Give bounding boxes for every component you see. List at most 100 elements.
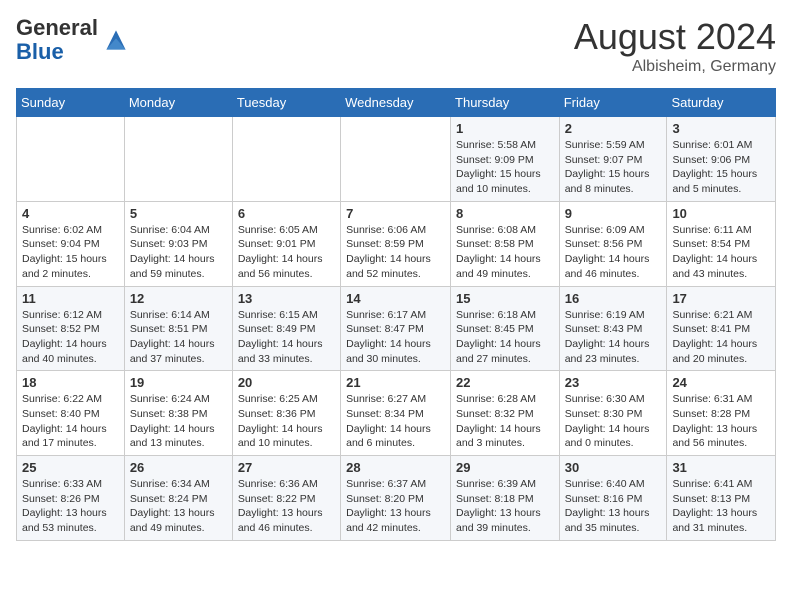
calendar-cell (341, 117, 451, 202)
day-info: Sunrise: 6:02 AM Sunset: 9:04 PM Dayligh… (22, 223, 119, 282)
day-number: 23 (565, 375, 662, 390)
day-info: Sunrise: 6:05 AM Sunset: 9:01 PM Dayligh… (238, 223, 335, 282)
calendar-cell (232, 117, 340, 202)
calendar-cell: 30 Sunrise: 6:40 AM Sunset: 8:16 PM Dayli… (559, 456, 667, 541)
calendar-cell: 24 Sunrise: 6:31 AM Sunset: 8:28 PM Dayli… (667, 371, 776, 456)
day-info: Sunrise: 6:04 AM Sunset: 9:03 PM Dayligh… (130, 223, 227, 282)
logo-icon (100, 24, 132, 56)
calendar-cell: 4 Sunrise: 6:02 AM Sunset: 9:04 PM Daylig… (17, 201, 125, 286)
day-number: 26 (130, 460, 227, 475)
calendar-cell: 31Sunrise: 6:41 AM Sunset: 8:13 PM Dayli… (667, 456, 776, 541)
logo-general-text: General (16, 15, 98, 40)
day-number: 21 (346, 375, 445, 390)
calendar-table: SundayMondayTuesdayWednesdayThursdayFrid… (16, 88, 776, 541)
day-number: 10 (672, 206, 770, 221)
calendar-cell (124, 117, 232, 202)
day-info: Sunrise: 6:39 AM Sunset: 8:18 PM Dayligh… (456, 477, 554, 536)
day-info: Sunrise: 6:06 AM Sunset: 8:59 PM Dayligh… (346, 223, 445, 282)
day-info: Sunrise: 6:37 AM Sunset: 8:20 PM Dayligh… (346, 477, 445, 536)
day-info: Sunrise: 6:01 AM Sunset: 9:06 PM Dayligh… (672, 138, 770, 197)
location-subtitle: Albisheim, Germany (574, 58, 776, 76)
title-block: August 2024 Albisheim, Germany (574, 16, 776, 76)
day-info: Sunrise: 6:30 AM Sunset: 8:30 PM Dayligh… (565, 392, 662, 451)
calendar-cell: 17 Sunrise: 6:21 AM Sunset: 8:41 PM Dayli… (667, 286, 776, 371)
day-info: Sunrise: 6:11 AM Sunset: 8:54 PM Dayligh… (672, 223, 770, 282)
day-number: 25 (22, 460, 119, 475)
calendar-body: 1Sunrise: 5:58 AM Sunset: 9:09 PM Daylig… (17, 117, 776, 541)
calendar-cell: 8Sunrise: 6:08 AM Sunset: 8:58 PM Daylig… (451, 201, 560, 286)
day-number: 6 (238, 206, 335, 221)
day-info: Sunrise: 6:31 AM Sunset: 8:28 PM Dayligh… (672, 392, 770, 451)
calendar-week-row: 25 Sunrise: 6:33 AM Sunset: 8:26 PM Dayli… (17, 456, 776, 541)
day-number: 3 (672, 121, 770, 136)
calendar-week-row: 1Sunrise: 5:58 AM Sunset: 9:09 PM Daylig… (17, 117, 776, 202)
calendar-cell: 16 Sunrise: 6:19 AM Sunset: 8:43 PM Dayli… (559, 286, 667, 371)
day-number: 28 (346, 460, 445, 475)
day-info: Sunrise: 6:15 AM Sunset: 8:49 PM Dayligh… (238, 308, 335, 367)
day-info: Sunrise: 6:41 AM Sunset: 8:13 PM Dayligh… (672, 477, 770, 536)
day-info: Sunrise: 6:22 AM Sunset: 8:40 PM Dayligh… (22, 392, 119, 451)
day-info: Sunrise: 6:36 AM Sunset: 8:22 PM Dayligh… (238, 477, 335, 536)
calendar-cell: 20 Sunrise: 6:25 AM Sunset: 8:36 PM Dayli… (232, 371, 340, 456)
day-of-week-header: Friday (559, 89, 667, 117)
calendar-cell: 9 Sunrise: 6:09 AM Sunset: 8:56 PM Daylig… (559, 201, 667, 286)
day-number: 2 (565, 121, 662, 136)
day-info: Sunrise: 6:17 AM Sunset: 8:47 PM Dayligh… (346, 308, 445, 367)
day-info: Sunrise: 6:25 AM Sunset: 8:36 PM Dayligh… (238, 392, 335, 451)
day-number: 11 (22, 291, 119, 306)
calendar-cell: 19Sunrise: 6:24 AM Sunset: 8:38 PM Dayli… (124, 371, 232, 456)
day-info: Sunrise: 6:19 AM Sunset: 8:43 PM Dayligh… (565, 308, 662, 367)
day-info: Sunrise: 6:33 AM Sunset: 8:26 PM Dayligh… (22, 477, 119, 536)
day-info: Sunrise: 6:21 AM Sunset: 8:41 PM Dayligh… (672, 308, 770, 367)
day-number: 14 (346, 291, 445, 306)
day-number: 9 (565, 206, 662, 221)
calendar-cell: 11 Sunrise: 6:12 AM Sunset: 8:52 PM Dayli… (17, 286, 125, 371)
day-number: 1 (456, 121, 554, 136)
calendar-cell: 26 Sunrise: 6:34 AM Sunset: 8:24 PM Dayli… (124, 456, 232, 541)
day-info: Sunrise: 6:40 AM Sunset: 8:16 PM Dayligh… (565, 477, 662, 536)
calendar-cell: 6 Sunrise: 6:05 AM Sunset: 9:01 PM Daylig… (232, 201, 340, 286)
day-number: 8 (456, 206, 554, 221)
day-info: Sunrise: 6:14 AM Sunset: 8:51 PM Dayligh… (130, 308, 227, 367)
calendar-week-row: 4 Sunrise: 6:02 AM Sunset: 9:04 PM Daylig… (17, 201, 776, 286)
calendar-cell: 14 Sunrise: 6:17 AM Sunset: 8:47 PM Dayli… (341, 286, 451, 371)
day-info: Sunrise: 6:27 AM Sunset: 8:34 PM Dayligh… (346, 392, 445, 451)
day-info: Sunrise: 6:18 AM Sunset: 8:45 PM Dayligh… (456, 308, 554, 367)
day-number: 24 (672, 375, 770, 390)
day-info: Sunrise: 6:12 AM Sunset: 8:52 PM Dayligh… (22, 308, 119, 367)
day-number: 22 (456, 375, 554, 390)
day-of-week-header: Wednesday (341, 89, 451, 117)
day-number: 20 (238, 375, 335, 390)
day-number: 4 (22, 206, 119, 221)
calendar-cell: 2 Sunrise: 5:59 AM Sunset: 9:07 PM Daylig… (559, 117, 667, 202)
day-number: 19 (130, 375, 227, 390)
day-number: 12 (130, 291, 227, 306)
day-number: 17 (672, 291, 770, 306)
day-number: 27 (238, 460, 335, 475)
calendar-cell: 18Sunrise: 6:22 AM Sunset: 8:40 PM Dayli… (17, 371, 125, 456)
page-header: General Blue August 2024 Albisheim, Germ… (16, 16, 776, 76)
day-of-week-header: Thursday (451, 89, 560, 117)
calendar-cell: 1Sunrise: 5:58 AM Sunset: 9:09 PM Daylig… (451, 117, 560, 202)
calendar-cell: 3 Sunrise: 6:01 AM Sunset: 9:06 PM Daylig… (667, 117, 776, 202)
day-number: 13 (238, 291, 335, 306)
day-number: 15 (456, 291, 554, 306)
calendar-cell: 27 Sunrise: 6:36 AM Sunset: 8:22 PM Dayli… (232, 456, 340, 541)
day-info: Sunrise: 6:09 AM Sunset: 8:56 PM Dayligh… (565, 223, 662, 282)
day-number: 7 (346, 206, 445, 221)
calendar-cell: 28 Sunrise: 6:37 AM Sunset: 8:20 PM Dayli… (341, 456, 451, 541)
day-number: 30 (565, 460, 662, 475)
calendar-cell: 12 Sunrise: 6:14 AM Sunset: 8:51 PM Dayli… (124, 286, 232, 371)
calendar-week-row: 11 Sunrise: 6:12 AM Sunset: 8:52 PM Dayli… (17, 286, 776, 371)
day-number: 5 (130, 206, 227, 221)
day-info: Sunrise: 5:59 AM Sunset: 9:07 PM Dayligh… (565, 138, 662, 197)
calendar-cell: 5 Sunrise: 6:04 AM Sunset: 9:03 PM Daylig… (124, 201, 232, 286)
day-info: Sunrise: 6:34 AM Sunset: 8:24 PM Dayligh… (130, 477, 227, 536)
day-of-week-header: Tuesday (232, 89, 340, 117)
calendar-cell (17, 117, 125, 202)
day-number: 16 (565, 291, 662, 306)
calendar-header: SundayMondayTuesdayWednesdayThursdayFrid… (17, 89, 776, 117)
logo-blue-text: Blue (16, 39, 64, 64)
day-info: Sunrise: 6:28 AM Sunset: 8:32 PM Dayligh… (456, 392, 554, 451)
calendar-cell: 29Sunrise: 6:39 AM Sunset: 8:18 PM Dayli… (451, 456, 560, 541)
